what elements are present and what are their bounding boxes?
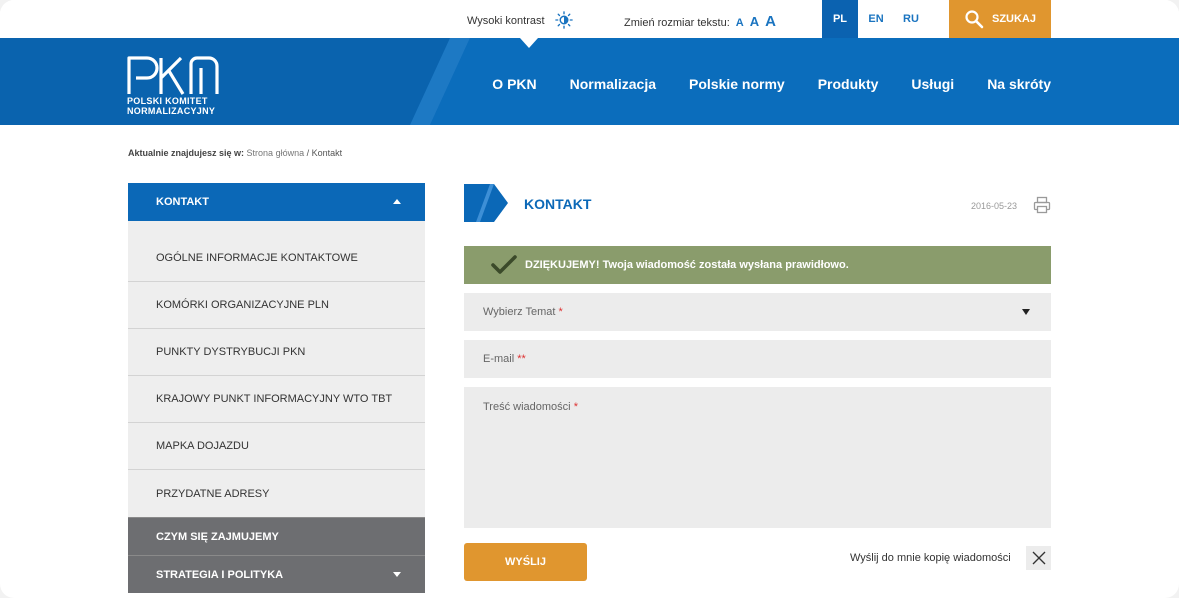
required-marker: *: [558, 306, 563, 318]
pkn-logo-mark: [127, 56, 219, 95]
text-size-label: Zmień rozmiar tekstu:: [624, 17, 730, 29]
logo-subtitle-line2: NORMALIZACYJNY: [127, 106, 216, 116]
title-flag-decoration: [464, 184, 508, 222]
text-size-medium[interactable]: A: [750, 14, 759, 29]
sidebar-section-label: STRATEGIA I POLITYKA: [156, 568, 284, 581]
page: Wysoki kontrast Zmień rozmiar tekstu: A …: [0, 0, 1179, 598]
chevron-up-icon: [393, 199, 401, 204]
logo-subtitle: POLSKI KOMITET NORMALIZACYJNY: [127, 96, 215, 116]
breadcrumb-separator: /: [306, 148, 310, 158]
message-placeholder: Treść wiadomości: [483, 401, 571, 413]
sidebar-section-czym-sie-zajmujemy[interactable]: CZYM SIĘ ZAJMUJEMY: [128, 517, 425, 555]
breadcrumb-home-link[interactable]: Strona główna: [247, 148, 305, 158]
sidebar-item-punkty-dystrybucji[interactable]: PUNKTY DYSTRYBUCJI PKN: [128, 329, 425, 376]
sidebar-section-strategia[interactable]: STRATEGIA I POLITYKA: [128, 555, 425, 593]
top-utility-bar: Wysoki kontrast Zmień rozmiar tekstu: A …: [0, 0, 1179, 38]
active-nav-caret: [520, 38, 538, 48]
sidebar-item-przydatne-adresy[interactable]: PRZYDATNE ADRESY: [128, 470, 425, 517]
sidebar-list: OGÓLNE INFORMACJE KONTAKTOWE KOMÓRKI ORG…: [128, 221, 425, 517]
search-label: SZUKAJ: [991, 13, 1036, 25]
nav-uslugi[interactable]: Usługi: [911, 76, 954, 92]
main-header: POLSKI KOMITET NORMALIZACYJNY O PKN Norm…: [0, 38, 1179, 125]
nav-polskie-normy[interactable]: Polskie normy: [689, 76, 785, 92]
print-icon[interactable]: [1033, 196, 1051, 214]
search-button[interactable]: SZUKAJ: [949, 0, 1051, 38]
text-size-small[interactable]: A: [736, 17, 744, 29]
send-button[interactable]: WYŚLIJ: [464, 543, 587, 581]
success-text: DZIĘKUJEMY! Twoja wiadomość została wysł…: [525, 259, 849, 271]
sidebar-item-ogolne-informacje[interactable]: OGÓLNE INFORMACJE KONTAKTOWE: [128, 235, 425, 282]
page-title: KONTAKT: [524, 196, 592, 212]
close-icon: [1032, 551, 1045, 565]
breadcrumb: Aktualnie znajdujesz się w: Strona główn…: [128, 148, 342, 158]
sidebar-item-komorki-organizacyjne[interactable]: KOMÓRKI ORGANIZACYJNE PLN: [128, 282, 425, 329]
search-icon: [965, 10, 984, 29]
nav-produkty[interactable]: Produkty: [818, 76, 879, 92]
email-placeholder: E-mail: [483, 353, 515, 365]
nav-normalizacja[interactable]: Normalizacja: [570, 76, 656, 92]
contrast-sun-icon: [554, 11, 573, 29]
high-contrast-toggle[interactable]: Wysoki kontrast: [467, 11, 573, 30]
breadcrumb-current: Kontakt: [311, 148, 343, 158]
sidebar-section-title: KONTAKT: [156, 196, 209, 208]
main-nav: O PKN Normalizacja Polskie normy Produkt…: [492, 76, 1051, 92]
publish-date: 2016-05-23: [971, 201, 1018, 211]
required-marker: **: [517, 353, 526, 365]
breadcrumb-prefix: Aktualnie znajdujesz się w:: [128, 148, 245, 158]
sidebar-section-label: CZYM SIĘ ZAJMUJEMY: [156, 530, 279, 543]
sidebar: KONTAKT OGÓLNE INFORMACJE KONTAKTOWE KOM…: [128, 183, 425, 593]
pkn-logo[interactable]: [127, 54, 223, 101]
text-size-large[interactable]: A: [765, 13, 776, 30]
message-textarea[interactable]: Treść wiadomości *: [464, 387, 1051, 528]
topic-placeholder: Wybierz Temat: [483, 306, 556, 318]
required-marker: *: [573, 401, 578, 413]
chevron-down-icon: [393, 572, 401, 577]
nav-na-skroty[interactable]: Na skróty: [987, 76, 1051, 92]
contrast-label: Wysoki kontrast: [467, 15, 545, 27]
topic-select[interactable]: Wybierz Temat *: [464, 293, 1051, 331]
send-copy-label: Wyślij do mnie kopię wiadomości: [850, 552, 1011, 564]
sidebar-section-kontakt[interactable]: KONTAKT: [128, 183, 425, 221]
logo-subtitle-line1: POLSKI KOMITET: [127, 96, 208, 106]
dropdown-arrow-icon: [1022, 309, 1030, 315]
sidebar-item-krajowy-punkt[interactable]: KRAJOWY PUNKT INFORMACYJNY WTO TBT: [128, 376, 425, 423]
lang-en[interactable]: EN: [858, 0, 894, 38]
checkmark-icon: [491, 255, 517, 274]
text-size-switcher: Zmień rozmiar tekstu: A A A: [624, 13, 776, 30]
nav-o-pkn[interactable]: O PKN: [492, 76, 536, 92]
email-field[interactable]: E-mail **: [464, 340, 1051, 378]
sidebar-item-mapka-dojazdu[interactable]: MAPKA DOJAZDU: [128, 423, 425, 470]
success-message: DZIĘKUJEMY! Twoja wiadomość została wysł…: [464, 246, 1051, 284]
lang-pl[interactable]: PL: [822, 0, 858, 38]
lang-ru[interactable]: RU: [893, 0, 929, 38]
send-copy-checkbox[interactable]: [1026, 546, 1051, 570]
